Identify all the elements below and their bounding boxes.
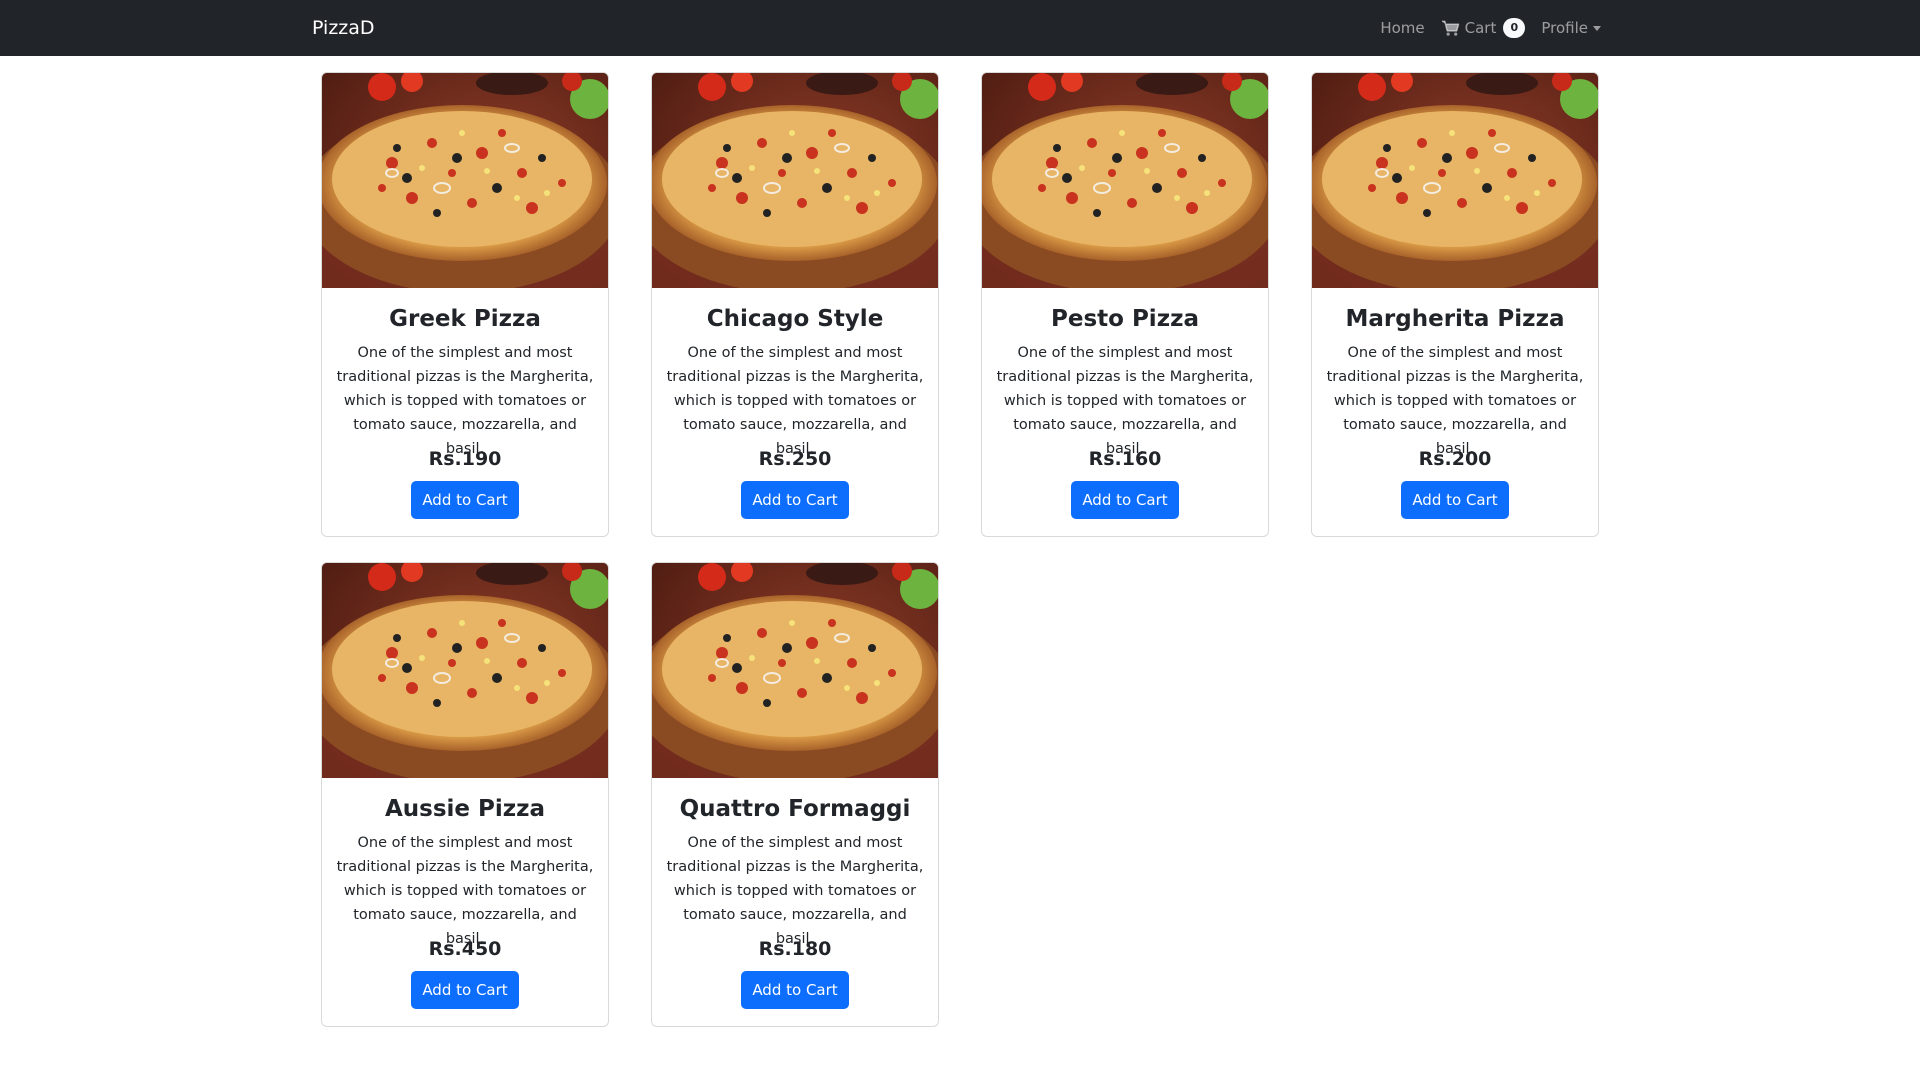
- pizza-image: [652, 563, 938, 778]
- product-description: One of the simplest and most traditional…: [666, 345, 924, 457]
- pizza-image: [982, 73, 1268, 288]
- product-description: One of the simplest and most traditional…: [996, 345, 1254, 457]
- caret-down-icon: [1593, 25, 1601, 31]
- product-card: Greek Pizza One of the simplest and most…: [321, 72, 609, 537]
- profile-dropdown-toggle[interactable]: Profile: [1541, 19, 1601, 37]
- pizza-image: [1312, 73, 1598, 288]
- cart-label: Cart: [1464, 19, 1497, 37]
- product-price: Rs.160: [1088, 448, 1162, 470]
- add-to-cart-button[interactable]: Add to Cart: [741, 971, 849, 1009]
- nav-home-link[interactable]: Home: [1380, 19, 1424, 37]
- product-title: Pesto Pizza: [1051, 306, 1199, 332]
- product-price: Rs.250: [758, 448, 832, 470]
- product-description: One of the simplest and most traditional…: [1326, 345, 1584, 457]
- product-card: Aussie Pizza One of the simplest and mos…: [321, 562, 609, 1027]
- brand-logo-link[interactable]: PizzaD: [312, 16, 375, 40]
- pizza-image: [322, 73, 608, 288]
- profile-label: Profile: [1541, 19, 1588, 37]
- add-to-cart-button[interactable]: Add to Cart: [1401, 481, 1509, 519]
- product-card: Quattro Formaggi One of the simplest and…: [651, 562, 939, 1027]
- add-to-cart-button[interactable]: Add to Cart: [411, 971, 519, 1009]
- nav-links: Home Cart 0 Profile: [1380, 16, 1601, 40]
- product-description: One of the simplest and most traditional…: [336, 835, 594, 947]
- shopping-cart-icon: [1441, 20, 1460, 37]
- product-price: Rs.200: [1418, 448, 1492, 470]
- add-to-cart-button[interactable]: Add to Cart: [1071, 481, 1179, 519]
- product-price: Rs.180: [758, 938, 832, 960]
- product-title: Margherita Pizza: [1345, 306, 1565, 332]
- product-price: Rs.190: [428, 448, 502, 470]
- product-description: One of the simplest and most traditional…: [336, 345, 594, 457]
- add-to-cart-button[interactable]: Add to Cart: [741, 481, 849, 519]
- product-title: Aussie Pizza: [384, 796, 546, 822]
- add-to-cart-button[interactable]: Add to Cart: [411, 481, 519, 519]
- top-navbar: PizzaD Home Cart 0 Profile: [0, 0, 1920, 56]
- product-title: Quattro Formaggi: [679, 796, 911, 822]
- product-price: Rs.450: [428, 938, 502, 960]
- nav-cart-link[interactable]: Cart 0: [1441, 18, 1526, 38]
- cart-count-badge: 0: [1503, 18, 1526, 38]
- product-title: Chicago Style: [706, 306, 884, 332]
- product-title: Greek Pizza: [389, 306, 541, 332]
- product-description: One of the simplest and most traditional…: [666, 835, 924, 947]
- product-card: Margherita Pizza One of the simplest and…: [1311, 72, 1599, 537]
- pizza-image: [322, 563, 608, 778]
- product-card: Chicago Style One of the simplest and mo…: [651, 72, 939, 537]
- pizza-image: [652, 73, 938, 288]
- product-card: Pesto Pizza One of the simplest and most…: [981, 72, 1269, 537]
